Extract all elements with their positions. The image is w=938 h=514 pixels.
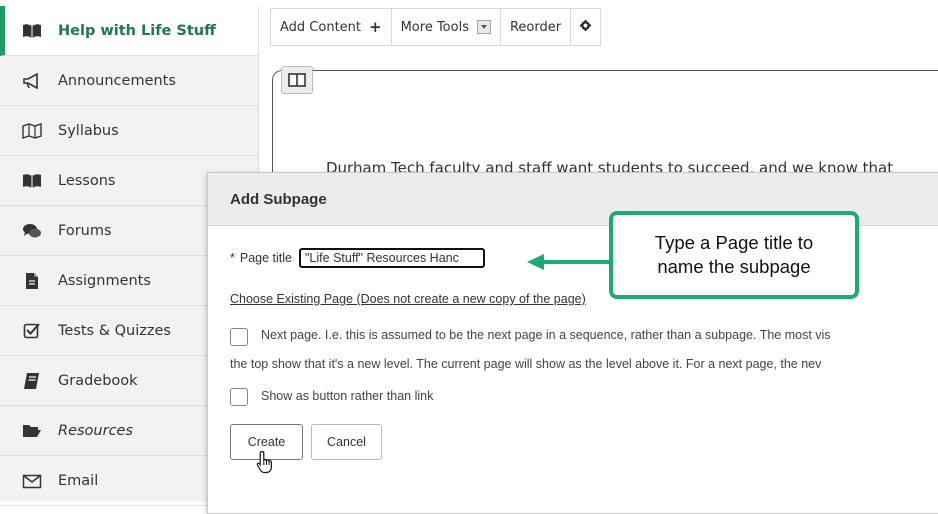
chat-bubbles-icon — [22, 221, 42, 241]
plus-icon: + — [369, 18, 382, 36]
show-as-button-checkbox[interactable] — [230, 388, 248, 406]
next-page-text-continued: the top show that it's a new level. The … — [230, 357, 822, 371]
page-title-input[interactable]: "Life Stuff" Resources Hanc — [299, 248, 485, 268]
column-layout-icon[interactable] — [281, 66, 313, 94]
gear-icon — [580, 19, 592, 35]
sidebar-item-label: Help with Life Stuff — [58, 22, 216, 39]
gradebook-icon — [22, 371, 42, 391]
reorder-label: Reorder — [509, 19, 562, 35]
dialog-title: Add Subpage — [230, 190, 327, 208]
next-page-option: Next page. I.e. this is assumed to be th… — [230, 328, 831, 346]
cancel-button[interactable]: Cancel — [311, 424, 382, 460]
add-content-button[interactable]: Add Content + — [271, 9, 392, 45]
reorder-button[interactable]: Reorder — [501, 9, 572, 45]
envelope-icon — [22, 471, 42, 491]
sidebar-item-label: Email — [58, 472, 99, 489]
map-icon — [22, 121, 42, 141]
folder-open-icon — [22, 421, 42, 441]
sidebar-item-label: Syllabus — [58, 122, 119, 139]
callout-line-1: Type a Page title to — [654, 232, 814, 253]
megaphone-icon — [22, 71, 42, 91]
sidebar-item-label: Tests & Quizzes — [58, 322, 171, 339]
sidebar-item-help-with-life-stuff[interactable]: Help with Life Stuff — [0, 6, 258, 56]
show-as-button-text: Show as button rather than link — [261, 389, 434, 403]
page-title-row: * Page title "Life Stuff" Resources Hanc — [230, 248, 485, 268]
sidebar-item-label: Resources — [58, 422, 134, 439]
sidebar-item-label: Announcements — [58, 72, 176, 89]
required-marker: * — [230, 251, 235, 265]
sidebar-item-label: Lessons — [58, 172, 116, 189]
sidebar-item-label: Assignments — [58, 272, 151, 289]
lessons-toolbar: Add Content + More Tools Reorder — [270, 8, 602, 46]
next-page-checkbox[interactable] — [230, 328, 248, 346]
sidebar-item-label: Gradebook — [58, 372, 138, 389]
instruction-callout: Type a Page title to name the subpage — [609, 211, 859, 299]
show-as-button-option: Show as button rather than link — [230, 388, 433, 407]
next-page-text: Next page. I.e. this is assumed to be th… — [261, 328, 831, 342]
file-icon — [22, 271, 42, 291]
sidebar-item-announcements[interactable]: Announcements — [0, 56, 258, 106]
checkbox-icon — [22, 321, 42, 341]
book-open-icon — [22, 21, 42, 41]
add-content-label: Add Content — [280, 19, 362, 35]
sidebar-item-syllabus[interactable]: Syllabus — [0, 106, 258, 156]
choose-existing-page-link[interactable]: Choose Existing Page (Does not create a … — [230, 292, 586, 306]
chevron-down-icon — [476, 20, 491, 34]
callout-arrow-icon — [527, 254, 611, 270]
settings-button[interactable] — [571, 9, 600, 45]
more-tools-button[interactable]: More Tools — [392, 9, 501, 45]
hand-pointer-icon — [256, 450, 276, 479]
page-title-label: Page title — [239, 251, 292, 265]
book-open-icon — [22, 171, 42, 191]
more-tools-label: More Tools — [400, 19, 469, 35]
sidebar-item-label: Forums — [58, 222, 112, 239]
callout-line-2: name the subpage — [657, 256, 811, 277]
